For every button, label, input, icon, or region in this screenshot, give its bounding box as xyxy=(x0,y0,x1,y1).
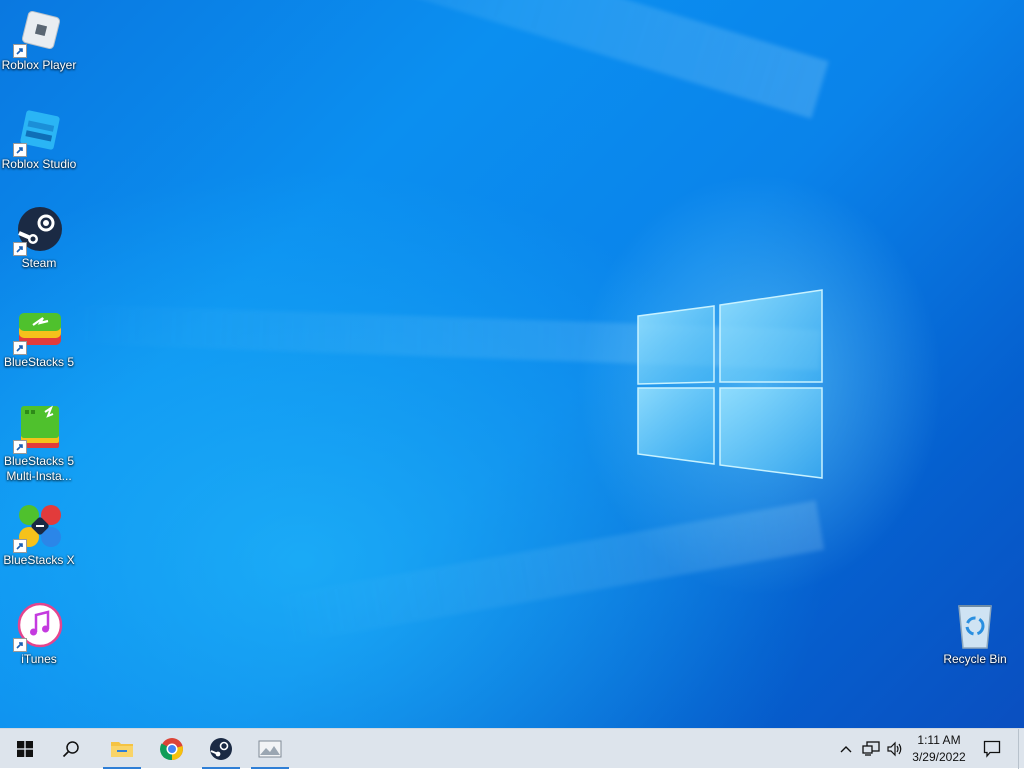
show-hidden-icons-button[interactable] xyxy=(836,729,856,769)
desktop-icon-bluestacks-5-multi-instance[interactable]: BlueStacks 5 Multi-Insta... xyxy=(0,404,78,484)
shortcut-arrow-icon xyxy=(13,440,27,454)
desktop-icon-label: Steam xyxy=(21,256,57,270)
desktop-icon-bluestacks-5[interactable]: BlueStacks 5 xyxy=(0,305,78,370)
desktop-icon-roblox-studio[interactable]: Roblox Studio xyxy=(0,107,78,172)
shortcut-arrow-icon xyxy=(13,242,27,256)
file-explorer-icon xyxy=(111,742,133,757)
shortcut-arrow-icon xyxy=(13,539,27,553)
desktop-icon-recycle-bin[interactable]: Recycle Bin xyxy=(936,602,1014,667)
wallpaper-light-beam xyxy=(264,500,825,647)
clock-date: 3/29/2022 xyxy=(912,750,966,764)
shortcut-arrow-icon xyxy=(13,143,27,157)
desktop[interactable]: Roblox Player Roblox Studio Steam BlueSt… xyxy=(0,0,1024,728)
volume-icon xyxy=(887,741,902,757)
windows-wallpaper-logo xyxy=(637,289,823,479)
recycle-bin-icon xyxy=(958,605,992,649)
desktop-icon-label: BlueStacks X xyxy=(3,553,75,567)
taskbar-image-viewer[interactable] xyxy=(247,729,293,769)
taskbar-file-explorer[interactable] xyxy=(99,729,145,769)
desktop-icon-bluestacks-x[interactable]: BlueStacks X xyxy=(0,503,78,568)
network-status-button[interactable] xyxy=(860,729,882,769)
taskbar-chrome[interactable] xyxy=(149,729,195,769)
search-icon xyxy=(62,741,79,758)
wallpaper-light-beam xyxy=(122,0,829,119)
desktop-icon-roblox-player[interactable]: Roblox Player xyxy=(0,8,78,73)
desktop-icon-label: Recycle Bin xyxy=(943,652,1007,666)
action-center-icon xyxy=(983,740,1001,758)
steam-icon xyxy=(210,738,232,760)
start-button[interactable] xyxy=(2,729,48,769)
windows-logo-icon xyxy=(17,741,33,757)
network-icon xyxy=(862,741,880,756)
search-button[interactable] xyxy=(48,729,94,769)
shortcut-arrow-icon xyxy=(13,44,27,58)
shortcut-arrow-icon xyxy=(13,638,27,652)
show-desktop-button[interactable] xyxy=(1018,729,1024,769)
taskbar-steam[interactable] xyxy=(198,729,244,769)
desktop-icon-label: BlueStacks 5 Multi-Insta... xyxy=(3,454,75,483)
action-center-button[interactable] xyxy=(978,729,1006,769)
desktop-icon-steam[interactable]: Steam xyxy=(0,206,78,271)
desktop-icon-label: Roblox Player xyxy=(1,58,77,72)
desktop-icon-itunes[interactable]: iTunes xyxy=(0,602,78,667)
chevron-up-icon xyxy=(840,746,852,753)
chrome-icon xyxy=(160,738,183,761)
clock-time: 1:11 AM xyxy=(917,733,961,747)
taskbar-clock[interactable]: 1:11 AM 3/29/2022 xyxy=(906,732,972,766)
image-viewer-icon xyxy=(258,740,282,758)
desktop-icon-label: iTunes xyxy=(21,652,57,666)
volume-button[interactable] xyxy=(884,729,906,769)
shortcut-arrow-icon xyxy=(13,341,27,355)
desktop-icon-label: Roblox Studio xyxy=(1,157,77,171)
desktop-icon-label: BlueStacks 5 xyxy=(3,355,75,369)
taskbar: 1:11 AM 3/29/2022 xyxy=(0,728,1024,769)
